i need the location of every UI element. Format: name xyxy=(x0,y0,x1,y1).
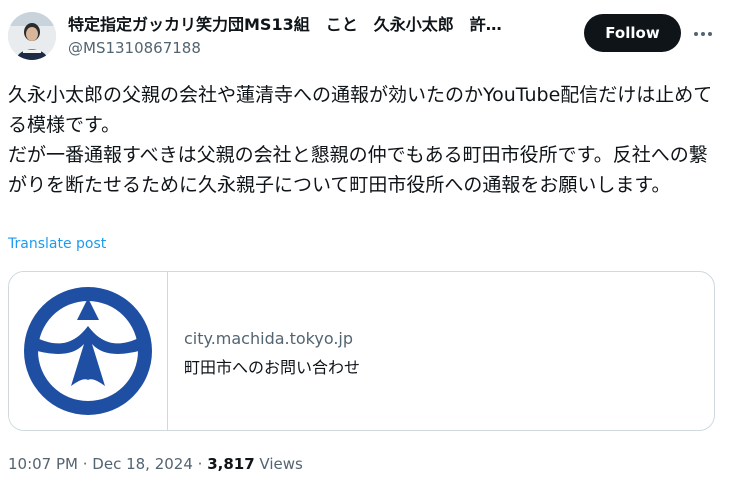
meta-separator: · xyxy=(192,455,208,473)
tweet-header: 特定指定ガッカリ笑力団MS13組 こと 久永小太郎 許… @MS13108671… xyxy=(8,8,721,64)
views-label: Views xyxy=(254,455,303,473)
author-handle[interactable]: @MS1310867188 xyxy=(68,38,568,58)
link-card-domain: city.machida.tokyo.jp xyxy=(184,329,354,348)
avatar-image xyxy=(8,12,56,60)
views-count: 3,817 xyxy=(207,455,255,473)
tweet-text: 久永小太郎の父親の会社や蓮清寺への通報が効いたのかYouTube配信だけは止めて… xyxy=(8,80,720,200)
link-card[interactable]: city.machida.tokyo.jp 町田市へのお問い合わせ xyxy=(8,271,715,431)
link-card-thumbnail xyxy=(9,272,168,430)
tweet-metadata: 10:07 PM · Dec 18, 2024 · 3,817 Views xyxy=(8,455,303,473)
tweet-paragraph-1: 久永小太郎の父親の会社や蓮清寺への通報が効いたのかYouTube配信だけは止めて… xyxy=(8,84,713,136)
author-display-name[interactable]: 特定指定ガッカリ笑力団MS13組 こと 久永小太郎 許… xyxy=(68,14,568,36)
link-card-title: 町田市へのお問い合わせ xyxy=(184,358,361,377)
more-options-icon[interactable] xyxy=(691,22,715,46)
avatar[interactable] xyxy=(8,12,56,60)
tweet-paragraph-2: だが一番通報すべきは父親の会社と懇親の仲でもある町田市役所です。反社への繋がりを… xyxy=(8,144,708,196)
author-info: 特定指定ガッカリ笑力団MS13組 こと 久永小太郎 許… @MS13108671… xyxy=(68,14,568,58)
tweet-date[interactable]: Dec 18, 2024 xyxy=(92,455,193,473)
follow-button[interactable]: Follow xyxy=(584,14,681,52)
tweet-time[interactable]: 10:07 PM xyxy=(8,455,78,473)
meta-separator: · xyxy=(77,455,93,473)
translate-post-link[interactable]: Translate post xyxy=(8,236,106,252)
machida-city-emblem-icon xyxy=(24,287,152,415)
